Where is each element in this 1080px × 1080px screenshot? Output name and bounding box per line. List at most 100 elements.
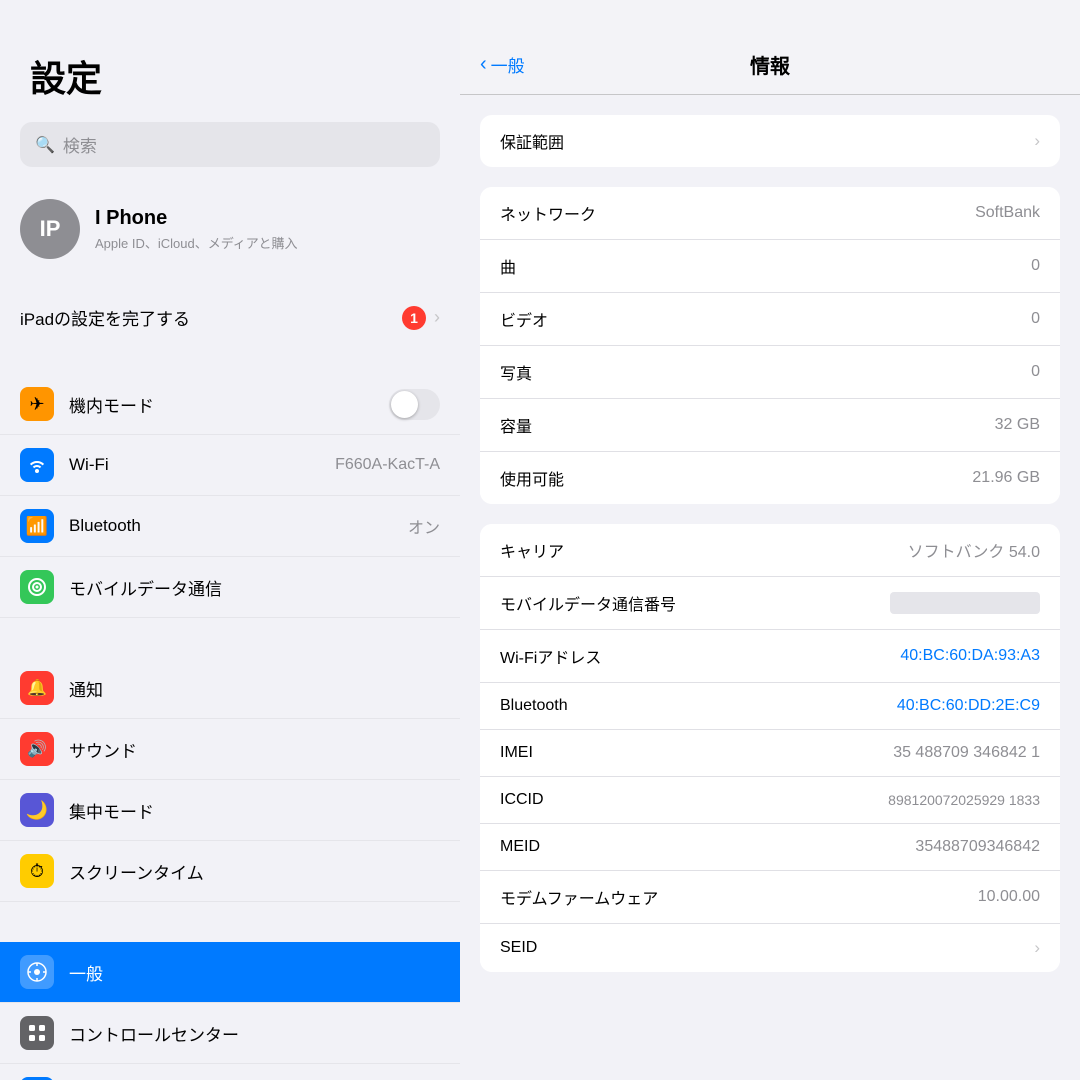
- warranty-right: ›: [1026, 131, 1040, 151]
- bt-address-label: Bluetooth: [500, 697, 568, 715]
- setup-chevron: ›: [434, 307, 440, 328]
- profile-info: I Phone Apple ID、iCloud、メディアと購入: [95, 207, 298, 252]
- mobile-number-row: モバイルデータ通信番号: [480, 577, 1060, 630]
- carrier-row: キャリア ソフトバンク 54.0: [480, 524, 1060, 577]
- available-row: 使用可能 21.96 GB: [480, 452, 1060, 504]
- search-bar[interactable]: 🔍 検索: [20, 122, 440, 167]
- toggle-knob: [391, 391, 418, 418]
- sound-row[interactable]: 🔊 サウンド: [0, 719, 460, 780]
- focus-row[interactable]: 🌙 集中モード: [0, 780, 460, 841]
- wifi-value: F660A-KacT-A: [335, 456, 440, 474]
- profile-subtitle: Apple ID、iCloud、メディアと購入: [95, 233, 298, 252]
- back-label: 一般: [491, 52, 525, 77]
- capacity-value: 32 GB: [995, 416, 1040, 434]
- setup-row[interactable]: iPadの設定を完了する 1 ›: [0, 291, 460, 344]
- control-center-row[interactable]: コントロールセンター: [0, 1003, 460, 1064]
- general-row[interactable]: 一般: [0, 942, 460, 1003]
- available-label: 使用可能: [500, 466, 564, 490]
- imei-label: IMEI: [500, 744, 533, 762]
- seid-row[interactable]: SEID ›: [480, 924, 1060, 972]
- control-center-label: コントロールセンター: [69, 1021, 440, 1046]
- video-label: ビデオ: [500, 307, 548, 331]
- connectivity-group: ✈ 機内モード Wi-Fi F660A-KacT-A 📶 Bluetooth オ…: [0, 374, 460, 618]
- network-value: SoftBank: [975, 204, 1040, 222]
- imei-value: 35 488709 346842 1: [893, 744, 1040, 762]
- sidebar: 設定 🔍 検索 IP I Phone Apple ID、iCloud、メディアと…: [0, 0, 460, 1080]
- warranty-group: 保証範囲 ›: [480, 115, 1060, 167]
- photos-row: 写真 0: [480, 346, 1060, 399]
- wifi-row[interactable]: Wi-Fi F660A-KacT-A: [0, 435, 460, 496]
- songs-row: 曲 0: [480, 240, 1060, 293]
- display-row[interactable]: AA 画面表示と明るさ: [0, 1064, 460, 1080]
- warranty-label: 保証範囲: [500, 129, 564, 153]
- seid-chevron: ›: [1034, 938, 1040, 958]
- available-value: 21.96 GB: [972, 469, 1040, 487]
- notification-label: 通知: [69, 676, 440, 701]
- mobile-number-value: [890, 592, 1040, 614]
- iccid-label: ICCID: [500, 791, 544, 809]
- airplane-icon: ✈: [20, 387, 54, 421]
- mobile-number-label: モバイルデータ通信番号: [500, 591, 676, 615]
- songs-value: 0: [1031, 257, 1040, 275]
- carrier-value: ソフトバンク 54.0: [908, 538, 1040, 562]
- modem-row: モデムファームウェア 10.00.00: [480, 871, 1060, 924]
- screentime-label: スクリーンタイム: [69, 859, 440, 884]
- capacity-row: 容量 32 GB: [480, 399, 1060, 452]
- control-center-icon: [20, 1016, 54, 1050]
- warranty-row[interactable]: 保証範囲 ›: [480, 115, 1060, 167]
- bt-address-value: 40:BC:60:DD:2E:C9: [897, 697, 1040, 715]
- bluetooth-value: オン: [408, 514, 440, 538]
- wifi-label: Wi-Fi: [69, 455, 320, 475]
- back-chevron-icon: ‹: [480, 53, 487, 76]
- mobile-data-row[interactable]: モバイルデータ通信: [0, 557, 460, 618]
- setup-right: 1 ›: [402, 306, 440, 330]
- network-row: ネットワーク SoftBank: [480, 187, 1060, 240]
- warranty-chevron: ›: [1034, 131, 1040, 151]
- nav-title: 情報: [750, 50, 790, 79]
- network-label: ネットワーク: [500, 201, 596, 225]
- seid-right: ›: [1026, 938, 1040, 958]
- video-value: 0: [1031, 310, 1040, 328]
- imei-row: IMEI 35 488709 346842 1: [480, 730, 1060, 777]
- nav-bar: ‹ 一般 情報: [460, 0, 1080, 95]
- modem-label: モデムファームウェア: [500, 885, 658, 909]
- screentime-icon: ⏱: [20, 854, 54, 888]
- photos-value: 0: [1031, 363, 1040, 381]
- setup-badge: 1: [402, 306, 426, 330]
- notification-row[interactable]: 🔔 通知: [0, 658, 460, 719]
- airplane-toggle[interactable]: [389, 389, 440, 420]
- sound-label: サウンド: [69, 737, 440, 762]
- bt-address-row: Bluetooth 40:BC:60:DD:2E:C9: [480, 683, 1060, 730]
- meid-row: MEID 35488709346842: [480, 824, 1060, 871]
- profile-name: I Phone: [95, 207, 298, 230]
- photos-label: 写真: [500, 360, 532, 384]
- bluetooth-label: Bluetooth: [69, 516, 393, 536]
- nav-back-button[interactable]: ‹ 一般: [480, 52, 525, 77]
- search-placeholder: 検索: [63, 132, 97, 157]
- wifi-address-label: Wi-Fiアドレス: [500, 644, 601, 668]
- meid-value: 35488709346842: [915, 838, 1040, 856]
- avatar: IP: [20, 199, 80, 259]
- wifi-address-value: 40:BC:60:DA:93:A3: [900, 647, 1040, 665]
- screentime-row[interactable]: ⏱ スクリーンタイム: [0, 841, 460, 902]
- airplane-label: 機内モード: [69, 392, 374, 417]
- bluetooth-row[interactable]: 📶 Bluetooth オン: [0, 496, 460, 557]
- mobile-data-icon: [20, 570, 54, 604]
- notifications-group: 🔔 通知 🔊 サウンド 🌙 集中モード ⏱ スクリーンタイム: [0, 658, 460, 902]
- meid-label: MEID: [500, 838, 540, 856]
- iccid-value: 898120072025929 1833: [888, 792, 1040, 808]
- main-panel: ‹ 一般 情報 保証範囲 › ネットワーク SoftBank 曲 0: [460, 0, 1080, 1080]
- content-scroll[interactable]: 保証範囲 › ネットワーク SoftBank 曲 0 ビデオ 0 写真: [460, 95, 1080, 1080]
- network-info-group: ネットワーク SoftBank 曲 0 ビデオ 0 写真 0 容量 32 GB …: [480, 187, 1060, 504]
- mobile-data-label: モバイルデータ通信: [69, 575, 440, 600]
- wifi-address-row: Wi-Fiアドレス 40:BC:60:DA:93:A3: [480, 630, 1060, 683]
- airplane-row[interactable]: ✈ 機内モード: [0, 374, 460, 435]
- profile-row[interactable]: IP I Phone Apple ID、iCloud、メディアと購入: [0, 187, 460, 271]
- notification-icon: 🔔: [20, 671, 54, 705]
- wifi-icon: [20, 448, 54, 482]
- capacity-label: 容量: [500, 413, 532, 437]
- general-icon: [20, 955, 54, 989]
- general-label: 一般: [69, 960, 440, 985]
- sound-icon: 🔊: [20, 732, 54, 766]
- search-icon: 🔍: [35, 135, 55, 155]
